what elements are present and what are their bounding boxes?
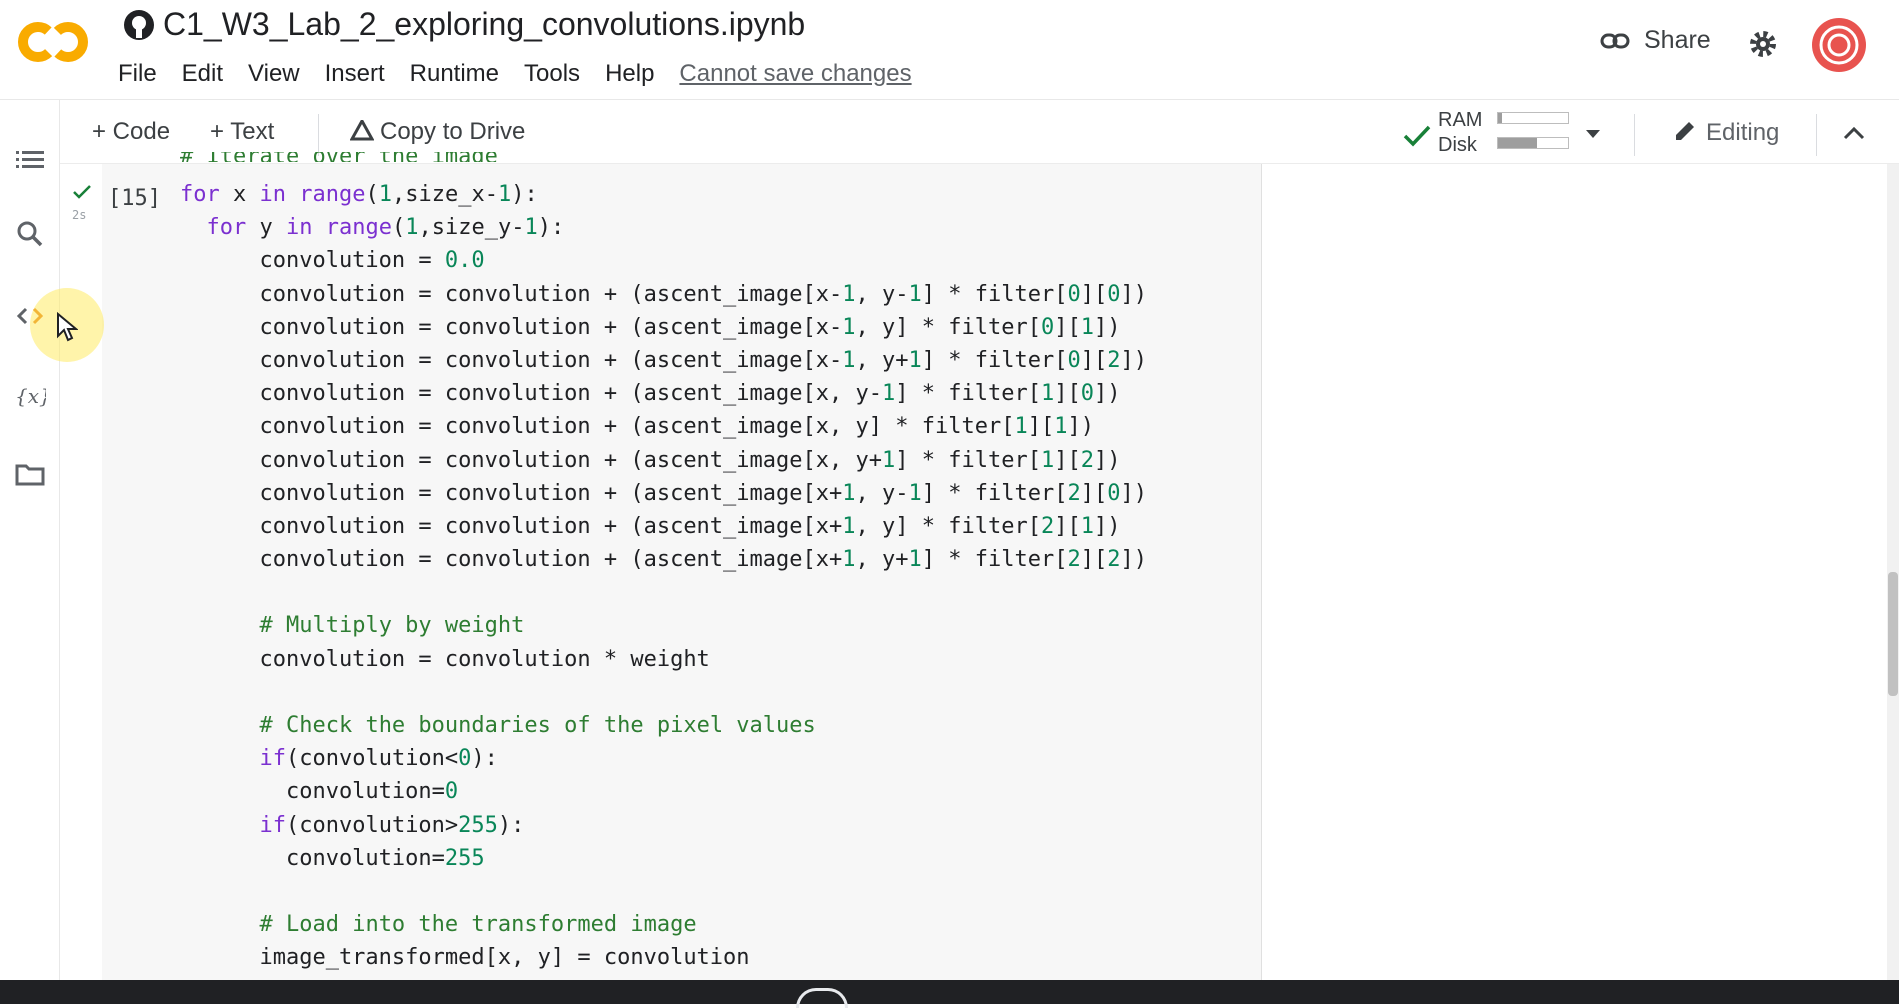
share-button[interactable]: Share xyxy=(1600,26,1711,55)
menu-edit[interactable]: Edit xyxy=(182,60,223,88)
ram-label: RAM xyxy=(1438,109,1483,131)
editing-label: Editing xyxy=(1706,119,1780,146)
code-line[interactable]: convolution=255 xyxy=(180,842,1147,875)
pencil-icon xyxy=(1676,122,1694,140)
execution-count: [15] xyxy=(108,186,161,211)
code-line[interactable]: convolution = convolution + (ascent_imag… xyxy=(180,410,1147,443)
share-label: Share xyxy=(1644,26,1711,54)
svg-text:{x}: {x} xyxy=(15,384,46,408)
code-line[interactable] xyxy=(180,576,1147,609)
menu-insert[interactable]: Insert xyxy=(325,60,385,88)
avatar-pattern-icon xyxy=(1819,25,1859,65)
disk-usage-bar xyxy=(1497,137,1569,149)
variables-icon[interactable]: {x} xyxy=(14,380,46,412)
github-icon xyxy=(124,10,154,40)
code-line[interactable]: convolution = convolution + (ascent_imag… xyxy=(180,543,1146,576)
copy-to-drive-button[interactable]: Copy to Drive xyxy=(349,117,526,146)
menu-view[interactable]: View xyxy=(248,60,300,88)
add-code-button[interactable]: + Code xyxy=(92,118,170,146)
notebook-title[interactable]: C1_W3_Lab_2_exploring_convolutions.ipynb xyxy=(163,6,805,43)
link-icon xyxy=(1600,33,1630,48)
code-line[interactable]: for y in range(1,size_y-1): xyxy=(180,211,1147,244)
code-line[interactable]: convolution = convolution + (ascent_imag… xyxy=(180,377,1147,410)
code-line[interactable]: if(convolution<0): xyxy=(180,742,1147,775)
code-line[interactable]: image_transformed[x, y] = convolution xyxy=(180,941,1147,974)
scrollbar-thumb[interactable] xyxy=(1888,572,1898,696)
table-of-contents-icon[interactable] xyxy=(14,144,46,176)
output-pane xyxy=(1262,164,1887,980)
partial-code-line: # Iterate over the image xyxy=(180,152,500,162)
menu-help[interactable]: Help xyxy=(605,60,654,88)
editing-mode-button[interactable]: Editing xyxy=(1672,118,1779,147)
cell-run-time: 2s xyxy=(72,208,87,222)
search-icon[interactable] xyxy=(14,218,46,250)
disk-label: Disk xyxy=(1438,134,1477,156)
code-editor[interactable]: for x in range(1,size_x-1): for y in ran… xyxy=(180,178,1147,975)
code-line[interactable]: # Check the boundaries of the pixel valu… xyxy=(180,709,1147,742)
chevron-up-icon[interactable] xyxy=(1842,124,1866,142)
resource-labels[interactable]: RAM Disk xyxy=(1438,108,1482,158)
toolbar-divider xyxy=(318,114,319,156)
code-line[interactable]: convolution = convolution * weight xyxy=(180,643,1147,676)
mouse-pointer-icon xyxy=(57,312,78,342)
menu-bar: File Edit View Insert Runtime Tools Help… xyxy=(118,60,937,88)
files-icon[interactable] xyxy=(14,458,46,490)
code-line[interactable]: convolution=0 xyxy=(180,775,1147,808)
code-line[interactable]: if(convolution>255): xyxy=(180,809,1147,842)
left-sidebar: {x} xyxy=(0,100,60,980)
code-line[interactable]: convolution = convolution + (ascent_imag… xyxy=(180,344,1146,377)
menu-tools[interactable]: Tools xyxy=(524,60,580,88)
copy-to-drive-label: Copy to Drive xyxy=(380,118,526,145)
toolbar-divider xyxy=(1634,114,1635,156)
notebook-header: C1_W3_Lab_2_exploring_convolutions.ipynb… xyxy=(0,0,1899,100)
add-text-button[interactable]: + Text xyxy=(210,118,274,146)
runtime-dropdown-icon[interactable] xyxy=(1584,128,1602,140)
bottom-bar xyxy=(0,980,1899,1004)
cell-gutter xyxy=(60,164,102,980)
drive-icon xyxy=(349,117,375,141)
disk-usage-fill xyxy=(1498,138,1537,148)
code-line[interactable]: for x in range(1,size_x-1): xyxy=(180,178,1147,211)
colab-logo-icon[interactable] xyxy=(16,18,90,66)
toolbar-divider xyxy=(1816,114,1817,156)
code-line[interactable]: convolution = 0.0 xyxy=(180,244,1147,277)
menu-file[interactable]: File xyxy=(118,60,157,88)
menu-runtime[interactable]: Runtime xyxy=(410,60,499,88)
code-line[interactable]: # Multiply by weight xyxy=(180,609,1147,642)
gear-icon[interactable] xyxy=(1747,28,1779,60)
code-line[interactable]: convolution = convolution + (ascent_imag… xyxy=(180,278,1146,311)
code-line[interactable] xyxy=(180,676,1147,709)
ram-usage-fill xyxy=(1498,113,1502,123)
code-line[interactable]: convolution = convolution + (ascent_imag… xyxy=(180,311,1147,344)
avatar[interactable] xyxy=(1812,18,1866,72)
code-line[interactable]: convolution = convolution + (ascent_imag… xyxy=(180,477,1146,510)
ram-usage-bar xyxy=(1497,112,1569,124)
code-line[interactable]: convolution = convolution + (ascent_imag… xyxy=(180,510,1147,543)
cell-success-check-icon xyxy=(73,185,91,199)
code-line[interactable]: convolution = convolution + (ascent_imag… xyxy=(180,444,1147,477)
connected-check-icon xyxy=(1403,125,1431,147)
save-status-link[interactable]: Cannot save changes xyxy=(679,60,911,88)
code-line[interactable] xyxy=(180,875,1147,908)
code-line[interactable]: # Load into the transformed image xyxy=(180,908,1147,941)
